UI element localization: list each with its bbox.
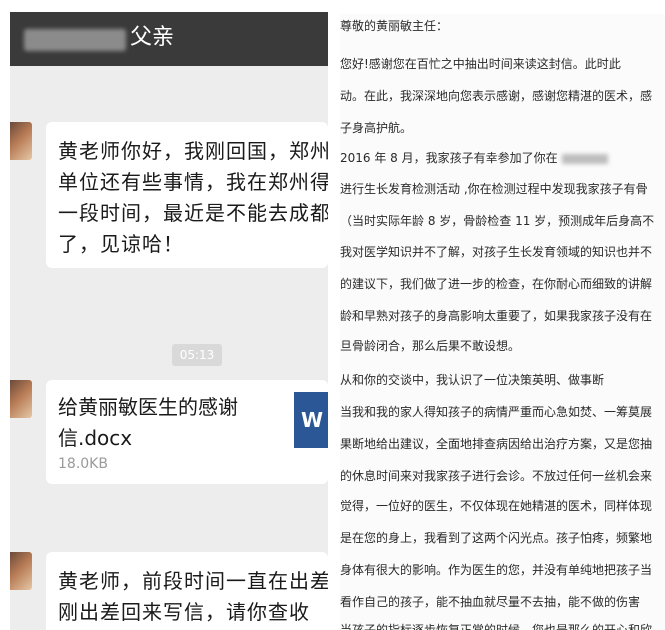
message-bubble[interactable]: 黄老师，前段时间一直在出差 刚出差回来写信，请你查收 xyxy=(46,552,328,630)
letter-line: 是在您的身上，我看到了这两个闪光点。孩子怕疼，频繁地 xyxy=(340,531,653,545)
letter-line: 的建议下，我们做了进一步的检查，在你耐心而细致的讲解 xyxy=(340,277,653,291)
letter-line: 果断地给出建议，全面地排查病因给出治疗方案，又是您抽 xyxy=(340,437,653,451)
letter-line: 进行生长发育检测活动 ,你在检测过程中发现我家孩子有骨 xyxy=(340,182,648,196)
letter-line: 龄和早熟对孩子的身高影响太重要了，如果我家孩子没有在 xyxy=(340,309,653,323)
file-size: 18.0KB xyxy=(58,456,108,472)
file-message-bubble[interactable]: 给黄丽敏医生的感谢 信.docx 18.0KB W xyxy=(46,380,328,484)
contact-avatar[interactable] xyxy=(10,380,32,418)
contact-avatar[interactable] xyxy=(10,552,32,590)
letter-line: 子身高护航。 xyxy=(340,121,413,135)
letter-line: 旦骨龄闭合，那么后果不敢设想。 xyxy=(340,339,521,353)
letter-line-text: 2016 年 8 月，我家孩子有幸参加了你在 xyxy=(340,151,558,165)
letter-line: 我对医学知识并不了解，对孩子生长发育领域的知识也并不 xyxy=(340,245,653,259)
letter-line: 当我和我的家人得知孩子的病情严重而心急如焚、一筹莫展 xyxy=(340,405,653,419)
letter-line: 尊敬的黄丽敏主任： xyxy=(340,19,449,33)
blurred-contact-name xyxy=(24,29,126,51)
message-text: 黄老师你好，我刚回国，郑州 单位还有些事情，我在郑州得 一段时间，最近是不能去成… xyxy=(58,139,328,256)
letter-line: 动。在此，我深深地向您表示感谢，感谢您精湛的医术，感 xyxy=(340,89,653,103)
letter-line: 身体有很大的影响。作为医生的您，并没有单纯地把孩子当 xyxy=(340,563,653,577)
message-text: 黄老师，前段时间一直在出差 刚出差回来写信，请你查收 xyxy=(58,569,328,624)
letter-line: 您好!感谢您在百忙之中抽出时间来读这封信。此时此 xyxy=(340,57,621,71)
blurred-location xyxy=(561,153,608,164)
letter-line: 从和你的交谈中，我认识了一位决策英明、做事断 xyxy=(340,373,605,387)
letter-line: （当时实际年龄 8 岁，骨龄检查 11 岁，预测成年后身高不 xyxy=(340,214,655,228)
letter-document: 尊敬的黄丽敏主任： 您好!感谢您在百忙之中抽出时间来读这封信。此时此 动。在此，… xyxy=(340,14,665,630)
letter-line: 觉得，一位好的医生，不仅体现在她精湛的医术，同样体现 xyxy=(340,499,653,513)
contact-avatar[interactable] xyxy=(10,122,32,160)
letter-line: 当孩子的指标逐步恢复正常的时候，您也是那么的开心和欣 xyxy=(340,623,653,630)
message-timestamp: 05:13 xyxy=(172,344,222,366)
letter-line: 看作自己的孩子，能不抽血就尽量不去抽，能不做的伤害 xyxy=(340,595,641,609)
letter-line: 的休息时间来对我家孩子进行会诊。不放过任何一丝机会来 xyxy=(340,469,653,483)
file-name: 给黄丽敏医生的感谢 信.docx xyxy=(58,395,238,450)
chat-header: 父亲 xyxy=(10,12,328,66)
chat-title: 父亲 xyxy=(130,25,175,50)
chat-screenshot: 父亲 黄老师你好，我刚回国，郑州 单位还有些事情，我在郑州得 一段时间，最近是不… xyxy=(10,12,328,630)
message-bubble[interactable]: 黄老师你好，我刚回国，郑州 单位还有些事情，我在郑州得 一段时间，最近是不能去成… xyxy=(46,122,328,268)
letter-line: 2016 年 8 月，我家孩子有幸参加了你在 xyxy=(340,146,665,170)
word-doc-icon: W xyxy=(294,392,328,448)
